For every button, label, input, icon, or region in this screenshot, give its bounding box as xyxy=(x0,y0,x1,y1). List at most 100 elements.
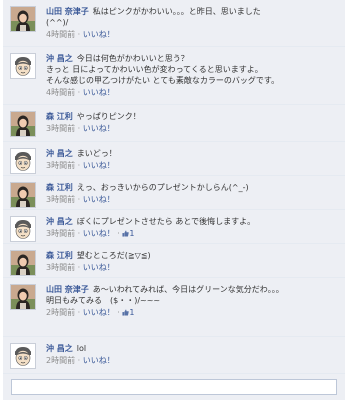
separator-dot: · xyxy=(75,308,83,317)
separator-dot: · xyxy=(114,229,123,238)
comment-meta: 3時間前 · いいね！ xyxy=(46,262,341,274)
comment-text: 明日もみてみる ($・・)/~~~ xyxy=(46,296,161,305)
author-name[interactable]: 山田 奈津子 xyxy=(46,7,89,16)
comment-meta: 3時間前 · いいね！ xyxy=(46,194,341,206)
like-link[interactable]: いいね！ xyxy=(83,263,115,272)
comment-body: 森 江利 えっ、おっきいからのプレゼントかしらん(^_-) 3時間前 · いいね！ xyxy=(46,182,341,206)
avatar[interactable] xyxy=(10,6,36,32)
separator-dot: · xyxy=(75,229,83,238)
comment-text: 望むところだ(≧▽≦) xyxy=(76,251,151,260)
separator-dot: · xyxy=(75,263,83,272)
like-link[interactable]: いいね！ xyxy=(83,356,115,365)
comment-line: 沖 昌之 今日は何色がかわいいと思う？ xyxy=(46,53,341,64)
avatar[interactable] xyxy=(10,148,36,174)
avatar[interactable] xyxy=(10,284,36,310)
comment-line: 森 江利 やっぱりピンク！ xyxy=(46,111,341,122)
comment-item: 沖 昌之 今日は何色がかわいいと思う？ きっと 日によってかわいい色が変わってくると… xyxy=(3,47,345,105)
author-name[interactable]: 森 江利 xyxy=(46,251,73,260)
comment-meta: 2時間前 · いいね！ xyxy=(46,355,341,367)
separator-dot: · xyxy=(75,30,83,39)
comment-text: lol xyxy=(76,344,87,353)
avatar[interactable] xyxy=(10,182,36,208)
comment-line: (^^)/ xyxy=(46,17,341,28)
comment-item: 沖 昌之 ぼくにプレゼントさせたら あとで後悔しますよ。 3時間前 · いいね！ ·… xyxy=(3,210,345,244)
comment-meta: 2時間前 · いいね！ · 1 xyxy=(46,307,341,320)
comment-text: 今日は何色がかわいいと思う？ xyxy=(76,54,189,63)
comment-line: そんな感じの甲乙つけがたい とても素敵なカラーのバッグです。 xyxy=(46,75,341,86)
comment-input-row xyxy=(3,374,345,400)
timestamp[interactable]: 3時間前 xyxy=(46,195,75,204)
comment-text: きっと 日によってかわいい色が変わってくると思いますよ。 xyxy=(46,65,263,74)
separator-dot: · xyxy=(75,161,83,170)
comment-text: えっ、おっきいからのプレゼントかしらん(^_-) xyxy=(76,183,249,192)
comment-meta: 3時間前 · いいね！ xyxy=(46,123,341,135)
comment-text: そんな感じの甲乙つけがたい とても素敵なカラーのバッグです。 xyxy=(46,76,280,85)
separator-dot: · xyxy=(75,195,83,204)
like-link[interactable]: いいね！ xyxy=(83,30,115,39)
comment-line: 森 江利 望むところだ(≧▽≦) xyxy=(46,250,341,261)
comment-line: 山田 奈津子 私はピンクがかわいい。。。と昨日、思いました xyxy=(46,6,341,17)
comment-body: 森 江利 望むところだ(≧▽≦) 3時間前 · いいね！ xyxy=(46,250,341,274)
avatar[interactable] xyxy=(10,250,36,276)
comment-text: あ〜いわれてみれば、今日はグリーンな気分だわ。。。 xyxy=(92,285,284,294)
comment-line: 明日もみてみる ($・・)/~~~ xyxy=(46,295,341,306)
timestamp[interactable]: 4時間前 xyxy=(46,88,75,97)
separator-dot: · xyxy=(75,356,83,365)
comment-text: (^^)/ xyxy=(46,18,69,27)
author-name[interactable]: 沖 昌之 xyxy=(46,54,73,63)
separator-dot: · xyxy=(75,124,83,133)
author-name[interactable]: 沖 昌之 xyxy=(46,344,73,353)
author-name[interactable]: 沖 昌之 xyxy=(46,149,73,158)
timestamp[interactable]: 3時間前 xyxy=(46,161,75,170)
comment-line: きっと 日によってかわいい色が変わってくると思いますよ。 xyxy=(46,64,341,75)
comment-input[interactable] xyxy=(11,379,337,395)
avatar[interactable] xyxy=(10,53,36,79)
timestamp[interactable]: 3時間前 xyxy=(46,124,75,133)
avatar[interactable] xyxy=(10,216,36,242)
comment-body: 山田 奈津子 私はピンクがかわいい。。。と昨日、思いました (^^)/4時間前 · … xyxy=(46,6,341,41)
timestamp[interactable]: 2時間前 xyxy=(46,356,75,365)
like-link[interactable]: いいね！ xyxy=(83,308,115,317)
comment-line: 沖 昌之 lol xyxy=(46,343,341,354)
comment-item: 山田 奈津子 あ〜いわれてみれば、今日はグリーンな気分だわ。。。 明日もみてみる (… xyxy=(3,278,345,337)
timestamp[interactable]: 3時間前 xyxy=(46,263,75,272)
comment-line: 山田 奈津子 あ〜いわれてみれば、今日はグリーンな気分だわ。。。 xyxy=(46,284,341,295)
timestamp[interactable]: 3時間前 xyxy=(46,229,75,238)
comment-item: 山田 奈津子 私はピンクがかわいい。。。と昨日、思いました (^^)/4時間前 · … xyxy=(3,0,345,47)
comment-item: 沖 昌之 まいどっ！ 3時間前 · いいね！ xyxy=(3,142,345,176)
like-link[interactable]: いいね！ xyxy=(83,195,115,204)
comment-body: 森 江利 やっぱりピンク！ 3時間前 · いいね！ xyxy=(46,111,341,135)
comment-item: 森 江利 やっぱりピンク！ 3時間前 · いいね！ xyxy=(3,105,345,142)
like-link[interactable]: いいね！ xyxy=(83,229,115,238)
comment-body: 沖 昌之 lol 2時間前 · いいね！ xyxy=(46,343,341,367)
like-count[interactable]: 1 xyxy=(129,308,134,317)
comment-line: 沖 昌之 ぼくにプレゼントさせたら あとで後悔しますよ。 xyxy=(46,216,341,227)
author-name[interactable]: 森 江利 xyxy=(46,183,73,192)
like-link[interactable]: いいね！ xyxy=(83,161,115,170)
comment-body: 沖 昌之 今日は何色がかわいいと思う？ きっと 日によってかわいい色が変わってくると… xyxy=(46,53,341,99)
comment-meta: 3時間前 · いいね！ xyxy=(46,160,341,172)
comment-line: 森 江利 えっ、おっきいからのプレゼントかしらん(^_-) xyxy=(46,182,341,193)
comment-list: 山田 奈津子 私はピンクがかわいい。。。と昨日、思いました (^^)/4時間前 · … xyxy=(3,0,345,374)
comment-text: まいどっ！ xyxy=(76,149,117,158)
comment-thread: 山田 奈津子 私はピンクがかわいい。。。と昨日、思いました (^^)/4時間前 · … xyxy=(3,0,345,420)
separator-dot: · xyxy=(75,88,83,97)
like-count[interactable]: 1 xyxy=(129,229,134,238)
comment-item: 森 江利 望むところだ(≧▽≦) 3時間前 · いいね！ xyxy=(3,244,345,278)
comment-text: 私はピンクがかわいい。。。と昨日、思いました xyxy=(92,7,261,16)
comment-meta: 4時間前 · いいね！ xyxy=(46,87,341,99)
like-link[interactable]: いいね！ xyxy=(83,88,115,97)
timestamp[interactable]: 2時間前 xyxy=(46,308,75,317)
separator-dot: · xyxy=(114,308,123,317)
comment-item: 沖 昌之 lol 2時間前 · いいね！ xyxy=(3,337,345,374)
author-name[interactable]: 森 江利 xyxy=(46,112,73,121)
like-link[interactable]: いいね！ xyxy=(83,124,115,133)
avatar[interactable] xyxy=(10,343,36,369)
author-name[interactable]: 山田 奈津子 xyxy=(46,285,89,294)
comment-line: 沖 昌之 まいどっ！ xyxy=(46,148,341,159)
comment-meta: 3時間前 · いいね！ · 1 xyxy=(46,228,341,241)
avatar[interactable] xyxy=(10,111,36,137)
comment-meta: 4時間前 · いいね！ xyxy=(46,29,341,41)
timestamp[interactable]: 4時間前 xyxy=(46,30,75,39)
author-name[interactable]: 沖 昌之 xyxy=(46,217,73,226)
